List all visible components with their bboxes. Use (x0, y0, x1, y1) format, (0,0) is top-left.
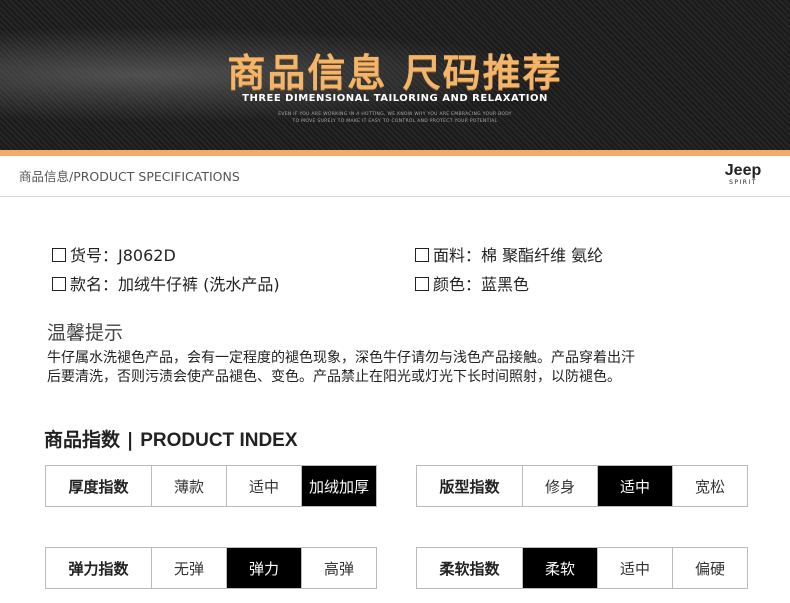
tips-text: 牛仔属水洗褪色产品，会有一定程度的褪色现象，深色牛仔请勿与浅色产品接触。产品穿着… (47, 349, 747, 387)
index-option: 修身 (522, 466, 597, 506)
index-title-separator: | (126, 429, 134, 451)
checkbox-icon (52, 277, 66, 291)
index-option: 偏硬 (672, 548, 747, 588)
index-label: 厚度指数 (68, 477, 129, 496)
index-option: 适中 (597, 466, 672, 506)
spec-color-text: 颜色：蓝黑色 (433, 275, 530, 294)
spec-fabric-text: 面料：棉 聚酯纤维 氨纶 (433, 246, 604, 265)
index-option: 高弹 (301, 548, 376, 588)
banner-subtitle: THREE DIMENSIONAL TAILORING AND RELAXATI… (242, 93, 548, 104)
index-option: 适中 (597, 548, 672, 588)
index-option: 柔软 (522, 548, 597, 588)
checkbox-icon (52, 248, 66, 262)
jeep-logo: Jeep SPIRIT (718, 163, 768, 187)
banner-title: 商品信息 尺码推荐 (227, 51, 563, 95)
index-label: 版型指数 (439, 477, 500, 496)
tips-title: 温馨提示 (47, 322, 124, 344)
logo-subtext: SPIRIT (729, 179, 757, 186)
index-fit: 版型指数 修身 适中 宽松 (416, 465, 748, 507)
checkbox-icon (415, 248, 429, 262)
tips-line-2: 后要清洗，否则污渍会使产品褪色、变色。产品禁止在阳光或灯光下长时间照射，以防褪色… (47, 369, 621, 385)
index-title-en: PRODUCT INDEX (140, 430, 298, 451)
spec-header-title: 商品信息/PRODUCT SPECIFICATIONS (19, 169, 240, 184)
index-option: 弹力 (226, 548, 301, 588)
spec-style: 款名：加绒牛仔裤 (洗水产品) (52, 271, 280, 295)
index-option: 加绒加厚 (301, 466, 376, 506)
spec-item-no: 货号：J8062D (52, 242, 176, 266)
index-elasticity: 弹力指数 无弹 弹力 高弹 (45, 547, 377, 589)
index-option: 宽松 (672, 466, 747, 506)
header-banner: 商品信息 尺码推荐 THREE DIMENSIONAL TAILORING AN… (0, 0, 790, 150)
tips-line-1: 牛仔属水洗褪色产品，会有一定程度的褪色现象，深色牛仔请勿与浅色产品接触。产品穿着… (47, 350, 635, 366)
index-label: 柔软指数 (439, 559, 500, 578)
spec-style-text: 款名：加绒牛仔裤 (洗水产品) (70, 275, 280, 294)
spec-header: 商品信息/PRODUCT SPECIFICATIONS Jeep SPIRIT (0, 156, 790, 197)
spec-fabric: 面料：棉 聚酯纤维 氨纶 (415, 242, 603, 266)
banner-small-text-2: TO MOVE SURELY TO MAKE IT EASY TO CONTRO… (292, 119, 498, 124)
product-index-title: 商品指数 | PRODUCT INDEX (44, 425, 298, 452)
index-title-cn: 商品指数 (44, 429, 121, 451)
banner-small-text-1: EVEN IF YOU ARE WORKING IN A HOTTING, WE… (278, 112, 512, 117)
spec-color: 颜色：蓝黑色 (415, 271, 529, 295)
index-option: 适中 (226, 466, 301, 506)
logo-text: Jeep (724, 162, 762, 179)
index-option: 无弹 (151, 548, 226, 588)
index-label: 弹力指数 (68, 559, 129, 578)
checkbox-icon (415, 277, 429, 291)
spec-item-no-text: 货号：J8062D (70, 246, 176, 265)
index-option: 薄款 (151, 466, 226, 506)
index-thickness: 厚度指数 薄款 适中 加绒加厚 (45, 465, 377, 507)
index-softness: 柔软指数 柔软 适中 偏硬 (416, 547, 748, 589)
